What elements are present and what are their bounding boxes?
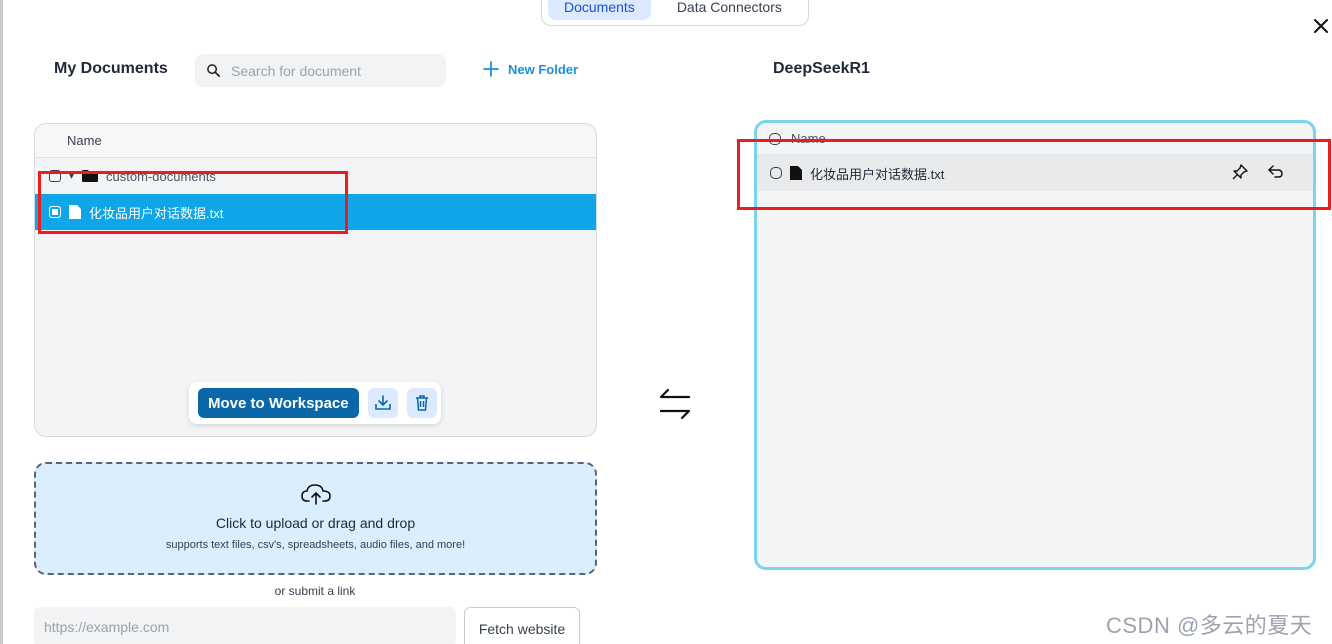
top-tabs: Documents Data Connectors xyxy=(541,0,809,26)
workspace-row-actions xyxy=(1231,163,1285,181)
document-search[interactable] xyxy=(195,54,446,87)
close-icon[interactable] xyxy=(1310,15,1332,37)
tab-data-connectors[interactable]: Data Connectors xyxy=(661,0,798,20)
folder-checkbox[interactable] xyxy=(49,170,61,182)
folder-icon xyxy=(82,170,99,182)
file-name: 化妆品用户对话数据.txt xyxy=(89,205,224,221)
my-documents-panel: Name ▾ custom-documents 化妆品用户对话数据.txt Mo… xyxy=(34,123,597,437)
file-row[interactable]: 化妆品用户对话数据.txt xyxy=(35,194,596,230)
embed-button[interactable] xyxy=(367,388,398,418)
folder-name: custom-documents xyxy=(106,168,216,184)
workspace-file-name: 化妆品用户对话数据.txt xyxy=(810,166,945,182)
pin-icon[interactable] xyxy=(1231,163,1249,181)
file-icon xyxy=(790,166,802,180)
cloud-upload-icon xyxy=(300,484,331,505)
file-checkbox[interactable] xyxy=(49,206,61,218)
upload-dropzone[interactable]: Click to upload or drag and drop support… xyxy=(34,462,597,575)
undo-icon[interactable] xyxy=(1267,163,1285,181)
upload-subtitle: supports text files, csv's, spreadsheets… xyxy=(165,539,466,551)
swap-arrows-icon[interactable] xyxy=(657,386,693,422)
workspace-file-row[interactable]: 化妆品用户对话数据.txt xyxy=(757,155,1313,191)
fetch-website-button[interactable]: Fetch website xyxy=(464,607,580,644)
workspace-column-header: Name xyxy=(757,123,1313,155)
url-input[interactable] xyxy=(34,607,456,644)
new-folder-button[interactable]: New Folder xyxy=(482,60,578,78)
new-folder-label: New Folder xyxy=(508,61,579,77)
column-header-name: Name xyxy=(35,124,596,158)
window-edge xyxy=(0,0,3,644)
file-icon xyxy=(69,205,81,219)
trash-icon xyxy=(415,395,428,411)
tab-documents[interactable]: Documents xyxy=(548,0,651,20)
workspace-title: DeepSeekR1 xyxy=(773,60,870,77)
search-icon xyxy=(207,64,220,77)
upload-title: Click to upload or drag and drop xyxy=(215,515,416,531)
my-documents-title: My Documents xyxy=(54,60,168,77)
workspace-panel: Name 化妆品用户对话数据.txt xyxy=(754,120,1316,570)
search-input[interactable] xyxy=(231,62,431,79)
workspace-select-all-checkbox[interactable] xyxy=(769,132,781,145)
watermark: CSDN @多云的夏天 xyxy=(1106,613,1313,638)
document-action-bar: Move to Workspace xyxy=(189,382,441,424)
workspace-column-name: Name xyxy=(791,131,826,146)
chevron-down-icon[interactable]: ▾ xyxy=(69,171,74,182)
move-to-workspace-button[interactable]: Move to Workspace xyxy=(198,388,359,418)
or-submit-link: or submit a link xyxy=(274,584,356,598)
embed-icon xyxy=(374,395,391,410)
delete-button[interactable] xyxy=(406,388,437,418)
folder-row[interactable]: ▾ custom-documents xyxy=(35,158,596,194)
plus-icon xyxy=(483,61,499,77)
workspace-file-checkbox[interactable] xyxy=(770,167,782,179)
